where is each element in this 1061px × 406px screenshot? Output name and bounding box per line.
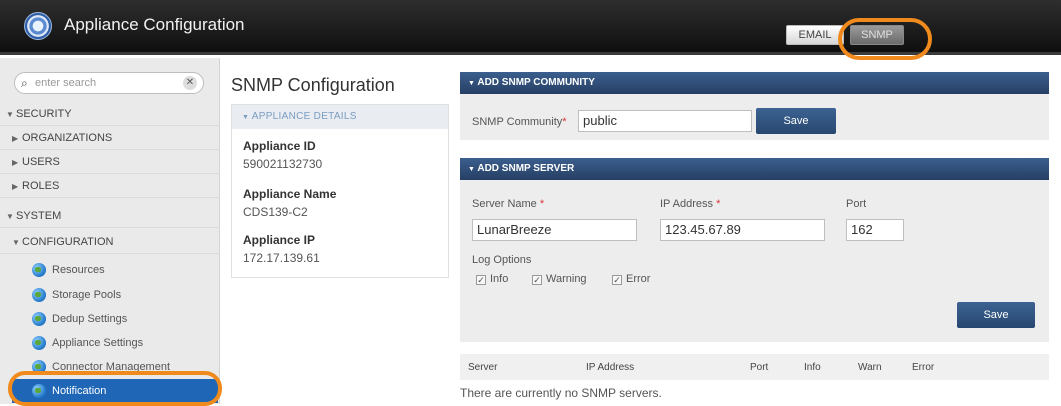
app-logo-icon [24, 12, 52, 40]
sidebar-item-appliance-settings[interactable]: Appliance Settings [0, 331, 220, 355]
ip-address-label: IP Address * [660, 198, 720, 210]
globe-icon [32, 336, 46, 350]
column-warn[interactable]: Warn [858, 362, 882, 373]
sidebar-item-configuration[interactable]: ▼ CONFIGURATION [0, 230, 220, 254]
sidebar-item-resources[interactable]: Resources [0, 258, 220, 282]
checkbox-checked-icon: ✓ [612, 275, 622, 285]
add-snmp-community-title: ADD SNMP COMMUNITY [477, 77, 595, 88]
globe-icon [32, 312, 46, 326]
sidebar-item-label: Storage Pools [52, 289, 122, 301]
appliance-details-title: APPLIANCE DETAILS [251, 111, 357, 122]
server-name-label-text: Server Name [472, 198, 537, 210]
snmp-community-label-text: SNMP Community [472, 116, 563, 128]
server-name-label: Server Name * [472, 198, 544, 210]
chevron-right-icon: ▶ [12, 134, 19, 143]
appliance-id-value: 590021132730 [243, 157, 323, 171]
log-options-label: Log Options [472, 254, 532, 266]
column-ip-address[interactable]: IP Address [586, 362, 634, 373]
log-info-label: Info [490, 273, 509, 285]
add-snmp-server-header[interactable]: ▼ ADD SNMP SERVER [460, 158, 1049, 180]
sidebar-item-security[interactable]: ▼ SECURITY [0, 102, 220, 126]
required-marker: * [716, 198, 721, 210]
column-error[interactable]: Error [912, 362, 934, 373]
log-error-label: Error [626, 273, 651, 285]
sidebar-item-storage-pools[interactable]: Storage Pools [0, 283, 220, 307]
sidebar-item-label: Appliance Settings [52, 337, 144, 349]
log-info-checkbox[interactable]: ✓ Info [476, 273, 508, 285]
add-snmp-community-panel: ▼ ADD SNMP COMMUNITY SNMP Community* pub… [460, 72, 1049, 140]
chevron-down-icon: ▼ [6, 110, 14, 119]
log-error-checkbox[interactable]: ✓ Error [612, 273, 650, 285]
page-title: SNMP Configuration [231, 75, 395, 95]
servers-table-header: Server IP Address Port Info Warn Error [460, 354, 1049, 380]
sidebar: ⌕ enter search ✕ ▼ SECURITY ▶ ORGANIZATION… [0, 58, 220, 404]
search-input[interactable]: ⌕ enter search ✕ [14, 72, 204, 94]
chevron-right-icon: ▶ [12, 158, 19, 167]
log-warning-checkbox[interactable]: ✓ Warning [532, 273, 587, 285]
add-snmp-server-panel: ▼ ADD SNMP SERVER Server Name * LunarBre… [460, 158, 1049, 342]
globe-icon [32, 263, 46, 277]
ip-address-field[interactable]: 123.45.67.89 [660, 219, 825, 241]
chevron-down-icon: ▼ [468, 80, 475, 87]
sidebar-item-organizations[interactable]: ▶ ORGANIZATIONS [0, 126, 220, 150]
sidebar-item-label: ROLES [22, 180, 60, 192]
snmp-tab-highlight [838, 18, 932, 60]
server-name-field[interactable]: LunarBreeze [472, 219, 637, 241]
required-marker: * [539, 198, 545, 210]
chevron-down-icon: ▼ [12, 238, 20, 247]
sidebar-item-users[interactable]: ▶ USERS [0, 150, 220, 174]
checkbox-checked-icon: ✓ [532, 275, 542, 285]
top-bar: Appliance Configuration EMAIL SNMP [0, 0, 1061, 60]
column-port[interactable]: Port [750, 362, 768, 373]
required-marker: * [562, 116, 567, 128]
sidebar-item-label: CONFIGURATION [22, 236, 114, 248]
save-server-button[interactable]: Save [957, 302, 1035, 328]
servers-empty-message: There are currently no SNMP servers. [460, 386, 662, 400]
chevron-down-icon: ▼ [6, 212, 14, 221]
chevron-right-icon: ▶ [12, 182, 19, 191]
port-label: Port [846, 198, 867, 210]
search-placeholder: enter search [35, 77, 97, 89]
sidebar-item-roles[interactable]: ▶ ROLES [0, 174, 220, 198]
clear-search-icon[interactable]: ✕ [183, 76, 197, 90]
sidebar-item-label: ORGANIZATIONS [22, 132, 113, 144]
globe-icon [32, 288, 46, 302]
column-info[interactable]: Info [804, 362, 821, 373]
snmp-community-label: SNMP Community* [472, 116, 567, 128]
checkbox-checked-icon: ✓ [476, 275, 486, 285]
add-snmp-community-header[interactable]: ▼ ADD SNMP COMMUNITY [460, 72, 1049, 94]
appliance-name-value: CDS139-C2 [243, 205, 308, 219]
ip-address-label-text: IP Address [660, 198, 713, 210]
search-icon: ⌕ [21, 76, 28, 90]
tab-email[interactable]: EMAIL [786, 25, 844, 45]
app-title: Appliance Configuration [64, 15, 245, 34]
sidebar-item-system[interactable]: ▼ SYSTEM [0, 204, 220, 228]
notification-highlight [8, 371, 222, 406]
sidebar-item-dedup-settings[interactable]: Dedup Settings [0, 307, 220, 331]
appliance-ip-label: Appliance IP [243, 233, 316, 247]
port-field[interactable]: 162 [846, 219, 904, 241]
snmp-community-field[interactable]: public [578, 110, 752, 132]
appliance-ip-value: 172.17.139.61 [243, 251, 320, 265]
sidebar-item-label: SECURITY [16, 108, 72, 120]
sidebar-item-label: Resources [52, 264, 105, 276]
appliance-id-label: Appliance ID [243, 139, 316, 153]
log-warning-label: Warning [546, 273, 587, 285]
appliance-details-panel: ▼ APPLIANCE DETAILS Appliance ID 5900211… [231, 104, 449, 278]
chevron-down-icon: ▼ [242, 114, 250, 121]
add-snmp-server-title: ADD SNMP SERVER [477, 163, 575, 174]
column-server[interactable]: Server [468, 362, 497, 373]
sidebar-item-label: SYSTEM [16, 210, 62, 222]
sidebar-item-label: Dedup Settings [52, 313, 128, 325]
save-community-button[interactable]: Save [756, 108, 836, 134]
chevron-down-icon: ▼ [468, 166, 475, 173]
appliance-details-header[interactable]: ▼ APPLIANCE DETAILS [232, 105, 448, 129]
sidebar-item-label: USERS [22, 156, 60, 168]
appliance-name-label: Appliance Name [243, 187, 337, 201]
